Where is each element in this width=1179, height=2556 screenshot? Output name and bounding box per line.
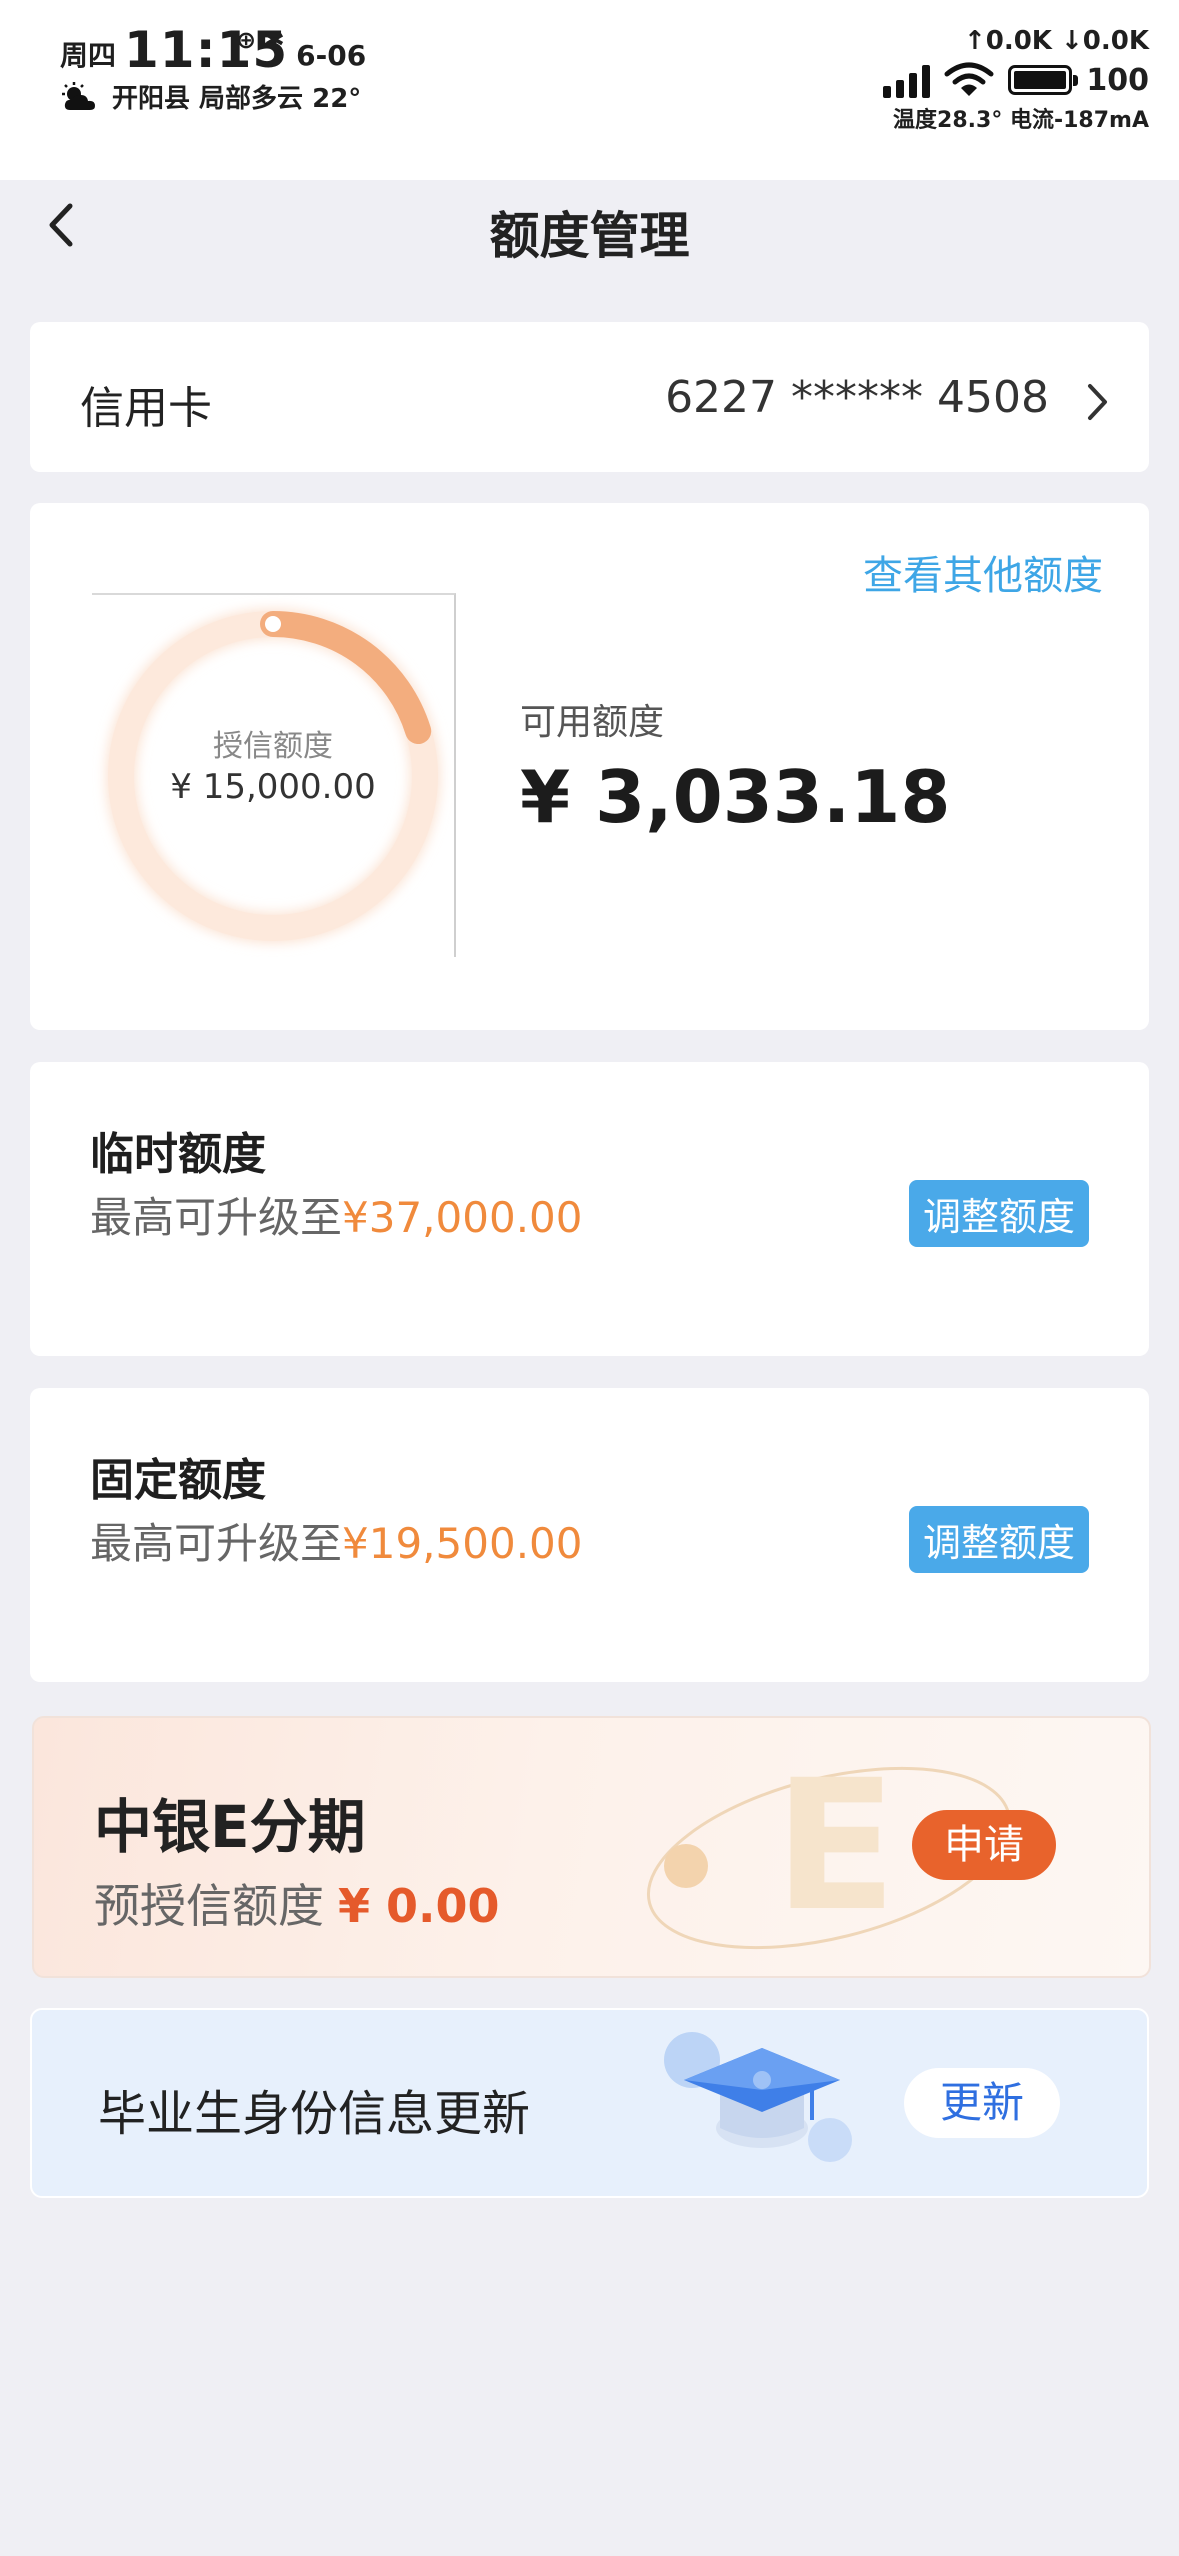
pre-credit-amount: ¥ 0.00 <box>338 1879 500 1933</box>
installment-banner[interactable]: E 中银E分期 预授信额度 ¥ 0.00 申请 <box>32 1716 1151 1978</box>
credit-limit-label: 授信额度 <box>213 729 333 764</box>
arc-start-dot <box>265 616 281 632</box>
fixed-limit-card: 固定额度 最高可升级至¥19,500.00 调整额度 <box>30 1388 1149 1682</box>
status-bar: ⊕ ✱ 周四 11:15 6-06 开阳县 局部多云 22° ↑0.0K ↓0.… <box>0 0 1179 180</box>
page-title: 额度管理 <box>489 207 690 265</box>
chevron-right-icon <box>1088 384 1107 420</box>
available-limit-value: ¥ 3,033.18 <box>520 755 951 839</box>
wifi-icon <box>944 62 994 96</box>
graduate-update-banner[interactable]: 毕业生身份信息更新 更新 <box>30 2008 1149 2198</box>
clock-time: 11:15 <box>124 21 289 79</box>
date: 6-06 <box>296 39 367 72</box>
temperature-current: 温度28.3° 电流-187mA <box>893 108 1149 133</box>
installment-title: 中银E分期 <box>94 1793 366 1861</box>
credit-ring: 授信额度 ¥ 15,000.00 <box>92 593 456 957</box>
location-weather: 开阳县 局部多云 22° <box>112 84 362 114</box>
battery-percent: 100 <box>1086 62 1149 98</box>
apply-button[interactable]: 申请 <box>912 1810 1056 1880</box>
fixed-limit-max: ¥19,500.00 <box>342 1519 583 1568</box>
quota-card: 查看其他额度 授信额度 ¥ 15,000.00 可用额度 ¥ 3,033.18 <box>30 503 1149 1030</box>
network-speed: ↑0.0K ↓0.0K <box>963 26 1149 56</box>
pre-credit-label: 预授信额度 <box>94 1879 324 1933</box>
battery-icon <box>1008 65 1079 95</box>
temporary-limit-max: ¥37,000.00 <box>342 1193 583 1242</box>
view-other-quota-link[interactable]: 查看其他额度 <box>863 543 1103 601</box>
temporary-limit-card: 临时额度 最高可升级至¥37,000.00 调整额度 <box>30 1062 1149 1356</box>
signal-icon <box>883 62 931 98</box>
update-button[interactable]: 更新 <box>904 2068 1060 2138</box>
adjust-temporary-button[interactable]: 调整额度 <box>908 1180 1089 1247</box>
card-number: 6227 ****** 4508 <box>665 372 1049 423</box>
graduate-update-title: 毕业生身份信息更新 <box>98 2086 531 2142</box>
available-limit-label: 可用额度 <box>520 702 665 743</box>
graduation-cap-icon <box>664 2032 852 2162</box>
svg-text:E: E <box>774 1742 897 1951</box>
partly-cloudy-icon <box>62 81 95 110</box>
credit-limit-value: ¥ 15,000.00 <box>170 767 376 807</box>
temporary-limit-title: 临时额度 <box>90 1129 266 1180</box>
adjust-fixed-button[interactable]: 调整额度 <box>908 1506 1089 1573</box>
upgrade-prefix: 最高可升级至 <box>90 1193 343 1242</box>
fixed-limit-title: 固定额度 <box>90 1455 266 1506</box>
weekday: 周四 <box>60 39 117 72</box>
card-type-label: 信用卡 <box>80 383 212 434</box>
temporary-limit-subtitle: 最高可升级至¥37,000.00 <box>90 1184 583 1245</box>
installment-subtitle: 预授信额度 ¥ 0.00 <box>94 1870 500 1936</box>
upgrade-prefix: 最高可升级至 <box>90 1519 343 1568</box>
card-selector[interactable]: 信用卡 6227 ****** 4508 <box>30 322 1149 472</box>
fixed-limit-subtitle: 最高可升级至¥19,500.00 <box>90 1510 583 1571</box>
